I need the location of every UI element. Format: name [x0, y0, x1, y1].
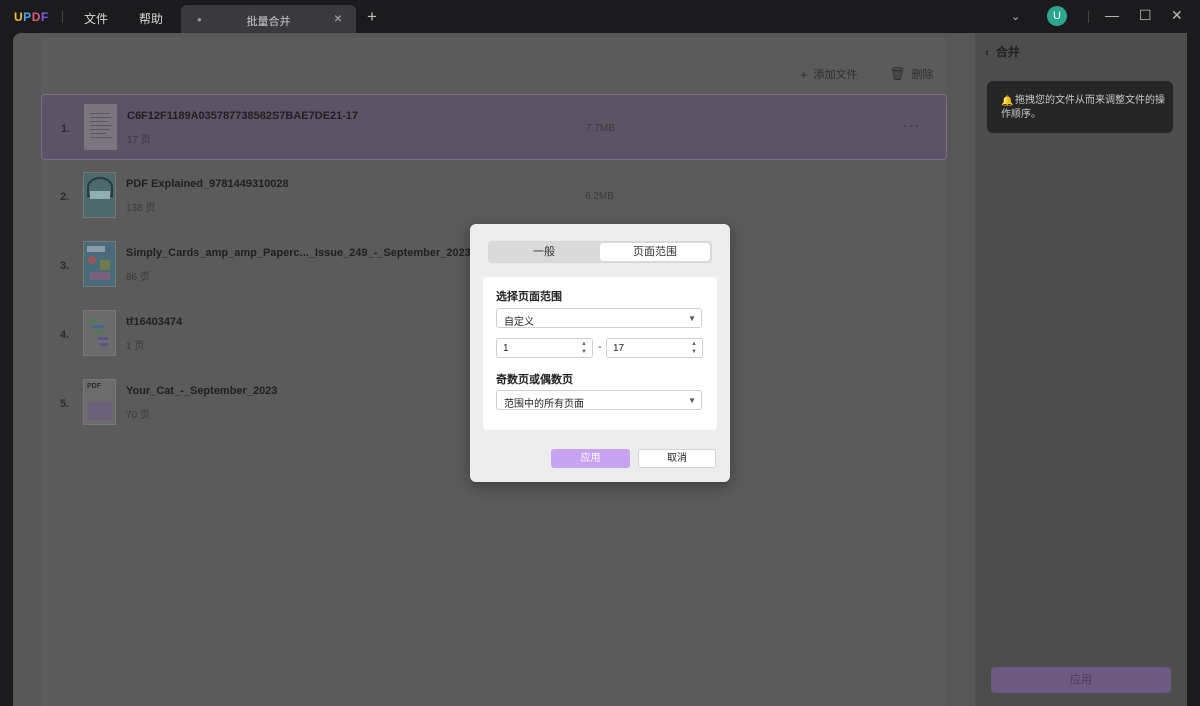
- chevron-down-icon: ▼: [688, 314, 696, 323]
- delete-label: 删除: [911, 69, 934, 81]
- menu-help[interactable]: 帮助: [139, 10, 163, 27]
- file-name: Your_Cat_-_September_2023: [126, 385, 278, 397]
- file-pages: 70 页: [126, 410, 150, 421]
- page-range-dialog: 一般 页面范围 选择页面范围 自定义 ▼ 1 ▲ ▼ - 17 ▲ ▼ 奇数页或…: [470, 224, 730, 482]
- avatar[interactable]: U: [1047, 6, 1067, 26]
- range-card: 选择页面范围 自定义 ▼ 1 ▲ ▼ - 17 ▲ ▼ 奇数页或偶数页 范围中的…: [483, 277, 717, 430]
- stepper-up-icon[interactable]: ▲: [581, 341, 587, 347]
- range-label: 选择页面范围: [496, 291, 562, 303]
- stepper-down-icon[interactable]: ▼: [691, 349, 697, 355]
- merge-title[interactable]: ‹ 合并: [985, 43, 1020, 60]
- file-size: 6.2MB: [585, 191, 614, 202]
- chevron-left-icon[interactable]: ‹: [985, 45, 992, 59]
- tab-page-range[interactable]: 页面范围: [600, 243, 710, 261]
- file-thumbnail: [83, 310, 116, 356]
- more-icon[interactable]: ···: [903, 117, 920, 133]
- odd-even-select[interactable]: 范围中的所有页面 ▼: [496, 390, 702, 410]
- chevron-down-icon: ▼: [688, 396, 696, 405]
- file-pages: 138 页: [126, 203, 156, 214]
- file-name: tf16403474: [126, 316, 183, 328]
- item-index: 4.: [60, 329, 70, 341]
- from-page-stepper[interactable]: 1 ▲ ▼: [496, 338, 593, 358]
- file-pages: 86 页: [126, 272, 150, 283]
- add-file-label: 添加文件: [813, 69, 858, 81]
- app-logo: UPDF: [14, 10, 49, 24]
- tab-general[interactable]: 一般: [490, 243, 598, 261]
- apply-button[interactable]: 应用: [551, 449, 630, 468]
- merge-side-panel: [975, 33, 1187, 706]
- file-name: PDF Explained_9781449310028: [126, 178, 289, 190]
- stepper-up-icon[interactable]: ▲: [691, 341, 697, 347]
- to-page-value: 17: [613, 343, 625, 354]
- from-page-value: 1: [503, 343, 509, 354]
- item-index: 2.: [60, 191, 70, 203]
- close-window-icon[interactable]: ✕: [1171, 7, 1183, 24]
- item-index: 5.: [60, 398, 70, 410]
- item-index: 1.: [61, 123, 71, 135]
- file-name: Simply_Cards_amp_amp_Paperc..._Issue_249…: [126, 247, 471, 259]
- list-item[interactable]: 2. PDF Explained_9781449310028 138 页 6.2…: [41, 163, 947, 229]
- file-pages: 17 页: [127, 135, 151, 146]
- new-tab-icon[interactable]: +: [367, 7, 377, 27]
- tip-box: 🔔 拖拽您的文件从而来调整文件的操作顺序。: [987, 81, 1173, 133]
- chevron-down-icon[interactable]: ⌄: [1011, 10, 1020, 23]
- cancel-button[interactable]: 取消: [638, 449, 716, 468]
- file-thumbnail: [83, 241, 116, 287]
- range-value: 自定义: [504, 317, 534, 328]
- tab-batch-merge[interactable]: ● 批量合并 ×: [181, 5, 356, 33]
- list-item[interactable]: 1. C6F12F1189A035787738582S7BAE7DE21-17 …: [41, 94, 947, 160]
- file-thumbnail: [84, 104, 117, 150]
- file-name: C6F12F1189A035787738582S7BAE7DE21-17: [127, 110, 359, 122]
- tip-text: 拖拽您的文件从而来调整文件的操作顺序。: [1001, 95, 1165, 120]
- divider: [62, 11, 63, 23]
- tab-label: 批量合并: [246, 16, 291, 28]
- file-thumbnail: [83, 172, 116, 218]
- trash-icon: 🗑: [889, 66, 906, 81]
- range-separator: -: [598, 341, 602, 353]
- panel-title: 合并: [995, 45, 1020, 59]
- title-bar: UPDF 文件 帮助 ● 批量合并 × + ⌄ U — ☐ ✕: [0, 0, 1200, 33]
- odd-even-value: 范围中的所有页面: [504, 399, 584, 410]
- item-index: 3.: [60, 260, 70, 272]
- to-page-stepper[interactable]: 17 ▲ ▼: [606, 338, 703, 358]
- delete-button[interactable]: 🗑 删除: [889, 66, 934, 82]
- plus-icon: +: [800, 66, 808, 82]
- range-select[interactable]: 自定义 ▼: [496, 308, 702, 328]
- menu-file[interactable]: 文件: [84, 10, 108, 27]
- odd-even-label: 奇数页或偶数页: [496, 374, 573, 386]
- merge-apply-button[interactable]: 应用: [991, 667, 1171, 693]
- file-size: 7.7MB: [586, 123, 615, 134]
- stepper-down-icon[interactable]: ▼: [581, 349, 587, 355]
- file-pages: 1 页: [126, 341, 145, 352]
- divider: [1088, 11, 1089, 23]
- maximize-icon[interactable]: ☐: [1139, 7, 1152, 24]
- add-file-button[interactable]: + 添加文件: [800, 66, 858, 82]
- file-thumbnail: PDF: [83, 379, 116, 425]
- close-tab-icon[interactable]: ×: [334, 10, 342, 26]
- dialog-tabs: 一般 页面范围: [488, 241, 712, 263]
- minimize-icon[interactable]: —: [1105, 7, 1119, 23]
